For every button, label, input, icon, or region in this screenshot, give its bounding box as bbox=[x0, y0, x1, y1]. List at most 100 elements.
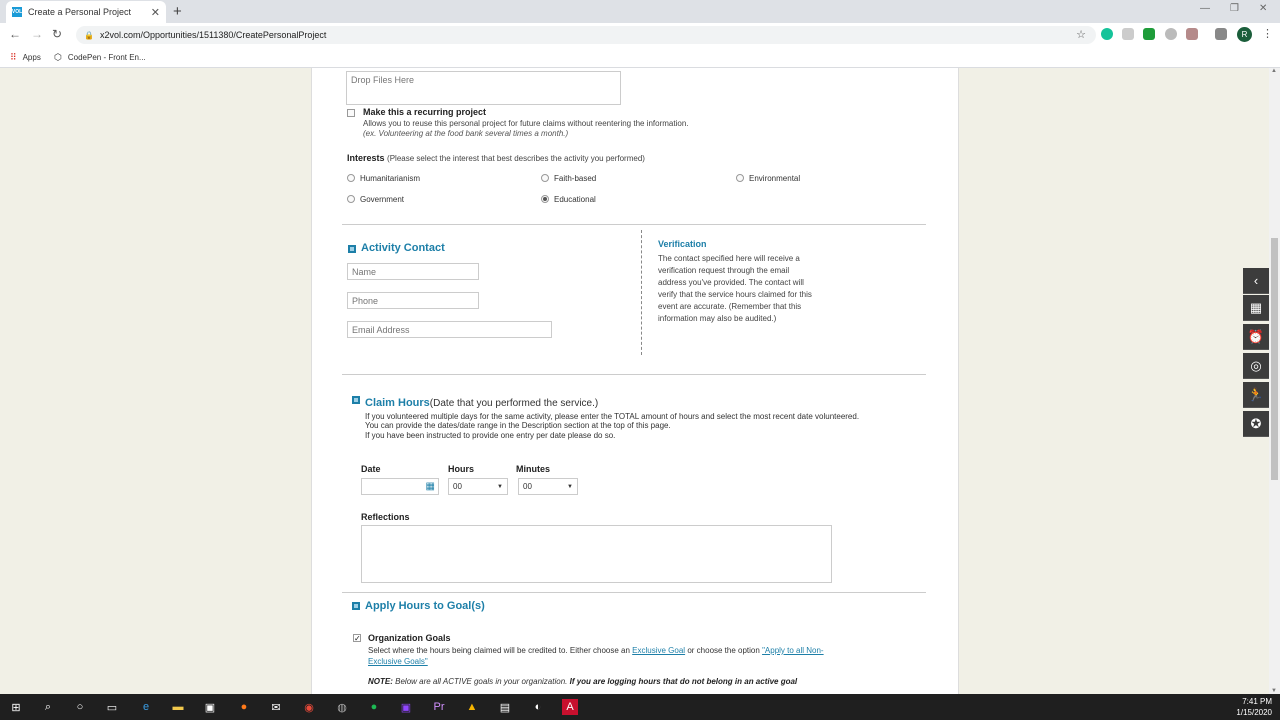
dashed-separator bbox=[641, 230, 642, 355]
reading-list-icon[interactable] bbox=[1215, 28, 1227, 40]
scrollbar-thumb[interactable] bbox=[1271, 238, 1278, 480]
file-explorer-icon[interactable]: ▬ bbox=[170, 699, 186, 715]
url-field[interactable]: 🔒 x2vol.com/Opportunities/1511380/Create… bbox=[76, 26, 1096, 44]
new-tab-icon[interactable]: + bbox=[173, 3, 182, 20]
bookmark-star-icon[interactable]: ☆ bbox=[1076, 28, 1086, 41]
contact-phone-input[interactable] bbox=[347, 292, 479, 309]
interest-label-humanitarianism: Humanitarianism bbox=[360, 174, 421, 183]
interest-radio-government[interactable] bbox=[347, 195, 355, 203]
close-tab-icon[interactable]: ✕ bbox=[151, 6, 160, 19]
target-icon[interactable]: ◎ bbox=[1243, 353, 1269, 379]
search-icon[interactable]: ⌕ bbox=[40, 699, 56, 715]
menu-icon[interactable]: ⋮ bbox=[1262, 27, 1273, 40]
reload-icon[interactable]: ↻ bbox=[52, 27, 62, 41]
calendar-tool-icon[interactable]: ▦ bbox=[1243, 295, 1269, 321]
profile-avatar[interactable]: R bbox=[1237, 27, 1252, 42]
firefox-icon[interactable]: ● bbox=[236, 699, 252, 715]
windows-taskbar: ⊞ ⌕ ○ ▭ e ▬ ▣ ● ✉ ◉ ◍ ● ▣ Pr ▲ ▤ ◐ A 7:4… bbox=[0, 694, 1280, 720]
divider bbox=[342, 374, 926, 375]
file-dropzone[interactable]: Drop Files Here bbox=[346, 71, 621, 105]
contact-name-input[interactable] bbox=[347, 263, 479, 280]
calendar-icon[interactable]: ▦ bbox=[426, 481, 435, 492]
acrobat-icon[interactable]: A bbox=[562, 699, 578, 715]
tab-title: Create a Personal Project bbox=[28, 7, 132, 17]
exclusive-goal-link[interactable]: Exclusive Goal bbox=[632, 646, 685, 655]
interest-label-environmental: Environmental bbox=[749, 174, 801, 183]
interest-label-faith-based: Faith-based bbox=[554, 174, 597, 183]
apps-grid-icon: ⠿ bbox=[10, 52, 17, 62]
bookmark-codepen[interactable]: ⬡ CodePen - Front En... bbox=[54, 52, 146, 63]
dropdown-arrow-icon: ▼ bbox=[497, 483, 503, 490]
interest-label-government: Government bbox=[360, 195, 405, 204]
bookmark-apps[interactable]: ⠿ Apps bbox=[10, 52, 41, 63]
hours-label: Hours bbox=[448, 464, 475, 474]
claim-hours-section-icon bbox=[352, 396, 360, 404]
divider bbox=[342, 224, 926, 225]
recurring-checkbox[interactable] bbox=[347, 109, 355, 117]
divider bbox=[342, 592, 926, 593]
forward-icon[interactable]: → bbox=[31, 27, 43, 41]
page-scrollbar[interactable]: ▲ ▼ bbox=[1269, 68, 1280, 694]
bookmarks-bar: ⠿ Apps ⬡ CodePen - Front En... bbox=[0, 47, 1280, 68]
task-view-icon[interactable]: ▭ bbox=[104, 699, 120, 715]
pdf-extension-icon[interactable] bbox=[1186, 28, 1198, 40]
url-text: x2vol.com/Opportunities/1511380/CreatePe… bbox=[99, 30, 327, 40]
maximize-icon[interactable]: ❐ bbox=[1230, 3, 1239, 14]
claim-instructions-1: If you volunteered multiple days for the… bbox=[365, 412, 860, 421]
app-icon[interactable]: ◍ bbox=[334, 699, 350, 715]
page-content: Drop Files Here Make this a recurring pr… bbox=[311, 68, 959, 694]
obs-icon[interactable]: ◐ bbox=[530, 699, 546, 715]
alarm-clock-icon[interactable]: ⏰ bbox=[1243, 324, 1269, 350]
goals-note: NOTE: Below are all ACTIVE goals in your… bbox=[368, 677, 798, 686]
date-input[interactable]: ▦ bbox=[361, 478, 439, 495]
minutes-select[interactable]: 00 ▼ bbox=[518, 478, 578, 495]
minutes-label: Minutes bbox=[516, 464, 551, 474]
organization-goals-checkbox[interactable] bbox=[353, 634, 361, 642]
twitch-icon[interactable]: ▣ bbox=[398, 699, 414, 715]
reflections-label: Reflections bbox=[361, 512, 410, 522]
award-ribbon-icon[interactable]: ✪ bbox=[1243, 411, 1269, 437]
spotify-icon[interactable]: ● bbox=[366, 699, 382, 715]
lock-icon: 🔒 bbox=[84, 30, 94, 40]
hours-select[interactable]: 00 ▼ bbox=[448, 478, 508, 495]
browser-tab[interactable]: VOL Create a Personal Project ✕ bbox=[6, 1, 166, 23]
activity-contact-title: Activity Contact bbox=[361, 242, 445, 254]
recurring-label: Make this a recurring project bbox=[363, 107, 487, 117]
system-clock[interactable]: 7:41 PM 1/15/2020 bbox=[1236, 696, 1272, 718]
lock-app-icon[interactable]: ▲ bbox=[464, 699, 480, 715]
cortana-icon[interactable]: ○ bbox=[72, 699, 88, 715]
scroll-up-icon[interactable]: ▲ bbox=[1271, 68, 1277, 74]
extension-icon[interactable] bbox=[1122, 28, 1134, 40]
interest-radio-educational[interactable] bbox=[541, 195, 549, 203]
edge-icon[interactable]: e bbox=[138, 699, 154, 715]
contact-email-input[interactable] bbox=[347, 321, 552, 338]
goals-section-icon bbox=[352, 602, 360, 610]
github-extension-icon[interactable] bbox=[1165, 28, 1177, 40]
codepen-icon: ⬡ bbox=[54, 52, 62, 62]
close-window-icon[interactable]: ✕ bbox=[1259, 3, 1267, 14]
windows-start-icon[interactable]: ⊞ bbox=[8, 699, 24, 715]
back-icon[interactable]: ← bbox=[9, 27, 21, 41]
mail-icon[interactable]: ✉ bbox=[268, 699, 284, 715]
interests-heading: Interests (Please select the interest th… bbox=[347, 153, 645, 163]
minimize-icon[interactable]: — bbox=[1200, 3, 1210, 14]
recurring-description: Allows you to reuse this personal projec… bbox=[363, 119, 689, 128]
interest-radio-faith-based[interactable] bbox=[541, 174, 549, 182]
interest-label-educational: Educational bbox=[554, 195, 596, 204]
reflections-textarea[interactable] bbox=[361, 525, 832, 583]
browser-tab-bar: VOL Create a Personal Project ✕ + — ❐ ✕ bbox=[0, 0, 1280, 23]
collapse-sidebar-icon[interactable]: ‹ bbox=[1243, 268, 1269, 294]
check-extension-icon[interactable] bbox=[1143, 28, 1155, 40]
clapperboard-icon[interactable]: ▤ bbox=[497, 699, 513, 715]
premiere-icon[interactable]: Pr bbox=[431, 699, 447, 715]
running-person-icon[interactable]: 🏃 bbox=[1243, 382, 1269, 408]
interest-radio-humanitarianism[interactable] bbox=[347, 174, 355, 182]
verification-text: The contact specified here will receive … bbox=[658, 254, 812, 323]
chrome-icon[interactable]: ◉ bbox=[301, 699, 317, 715]
grammarly-extension-icon[interactable] bbox=[1101, 28, 1113, 40]
tab-favicon-icon: VOL bbox=[11, 7, 23, 17]
interest-radio-environmental[interactable] bbox=[736, 174, 744, 182]
organization-goals-label: Organization Goals bbox=[368, 633, 451, 643]
verification-title: Verification bbox=[658, 239, 707, 249]
store-icon[interactable]: ▣ bbox=[202, 699, 218, 715]
